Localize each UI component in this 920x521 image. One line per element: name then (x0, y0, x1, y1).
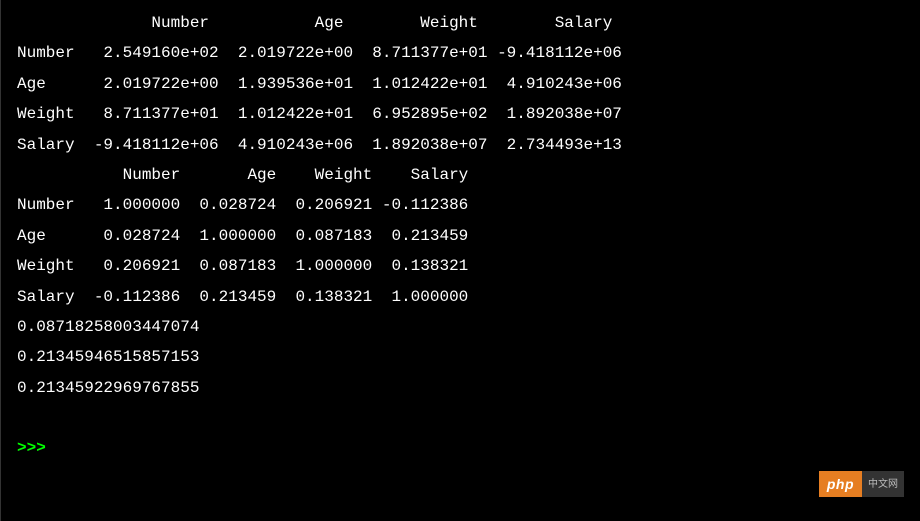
watermark-badge-left: php (819, 471, 862, 497)
corr-table-row: Weight 0.206921 0.087183 1.000000 0.1383… (17, 251, 904, 281)
corr-table-header: Number Age Weight Salary (17, 160, 904, 190)
cov-table-row: Weight 8.711377e+01 1.012422e+01 6.95289… (17, 99, 904, 129)
watermark-badge-right: 中文网 (862, 471, 904, 497)
repl-prompt[interactable]: >>> (17, 433, 904, 463)
watermark-badge: php 中文网 (819, 471, 904, 497)
scalar-output: 0.08718258003447074 (17, 312, 904, 342)
scalar-output: 0.21345922969767855 (17, 373, 904, 403)
cov-table-row: Salary -9.418112e+06 4.910243e+06 1.8920… (17, 130, 904, 160)
corr-table-row: Number 1.000000 0.028724 0.206921 -0.112… (17, 190, 904, 220)
corr-table-row: Salary -0.112386 0.213459 0.138321 1.000… (17, 282, 904, 312)
cov-table-row: Age 2.019722e+00 1.939536e+01 1.012422e+… (17, 69, 904, 99)
cov-table-header: Number Age Weight Salary (17, 8, 904, 38)
corr-table-row: Age 0.028724 1.000000 0.087183 0.213459 (17, 221, 904, 251)
scalar-output: 0.21345946515857153 (17, 342, 904, 372)
cov-table-row: Number 2.549160e+02 2.019722e+00 8.71137… (17, 38, 904, 68)
blank-line (17, 403, 904, 433)
